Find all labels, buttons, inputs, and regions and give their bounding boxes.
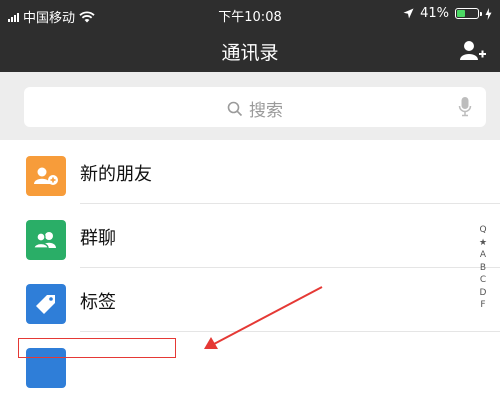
- list-item-new-friends[interactable]: 新的朋友: [0, 140, 500, 204]
- location-icon: [403, 8, 414, 19]
- microphone-icon[interactable]: [458, 96, 472, 118]
- search-area: 搜索: [0, 72, 500, 138]
- index-letter[interactable]: A: [480, 249, 486, 262]
- status-bar: 中国移动 下午10:08 41%: [0, 0, 500, 30]
- tag-icon: [26, 284, 66, 324]
- alphabet-index-bar[interactable]: Q ★ A B C D F: [476, 224, 490, 312]
- charging-icon: [485, 7, 492, 20]
- index-letter[interactable]: B: [480, 262, 486, 275]
- search-input[interactable]: 搜索: [24, 87, 486, 127]
- status-right: 41%: [403, 6, 492, 21]
- list-item-label: 新的朋友: [80, 164, 152, 185]
- add-contact-icon[interactable]: [460, 38, 486, 64]
- index-star[interactable]: ★: [479, 237, 487, 250]
- new-friends-icon: [26, 156, 66, 196]
- battery-percent: 41%: [420, 6, 449, 21]
- list-item-group-chat[interactable]: 群聊: [0, 204, 500, 268]
- battery-fill: [457, 10, 466, 17]
- annotation-arrow-icon: [204, 286, 323, 349]
- battery-icon: [455, 8, 482, 19]
- nav-bar: 通讯录: [0, 30, 500, 72]
- annotation-highlight-box: [18, 338, 176, 358]
- group-chat-icon: [26, 220, 66, 260]
- search-placeholder-group: 搜索: [24, 96, 486, 121]
- index-letter[interactable]: C: [480, 274, 486, 287]
- index-letter[interactable]: D: [480, 287, 487, 300]
- page-title: 通讯录: [221, 42, 279, 64]
- list-item-label: 群聊: [80, 228, 116, 249]
- search-placeholder: 搜索: [249, 101, 283, 121]
- index-letter[interactable]: F: [480, 299, 485, 312]
- search-icon: [227, 101, 243, 116]
- index-search[interactable]: Q: [479, 224, 486, 237]
- list-item-label: 标签: [80, 292, 116, 313]
